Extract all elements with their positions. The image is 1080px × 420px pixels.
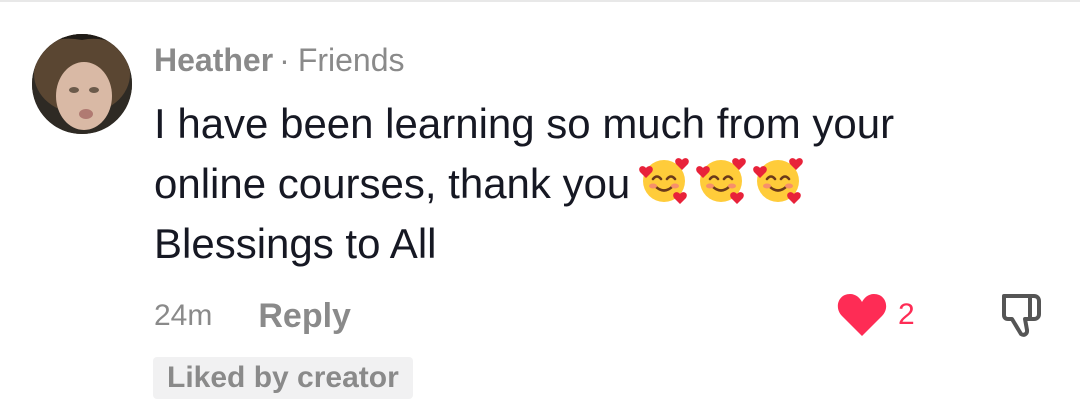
comment-text: I have been learning so much from your o… xyxy=(154,94,984,274)
meta-separator: · xyxy=(279,41,290,78)
reply-button[interactable]: Reply xyxy=(258,297,351,336)
comment-text-line: online courses, thank you xyxy=(154,160,631,207)
comment-item: Heather · Friends I have been learning s… xyxy=(0,0,1080,420)
comment-text-line: I have been learning so much from your xyxy=(154,100,895,147)
thumbs-down-icon[interactable] xyxy=(998,290,1046,340)
liked-by-creator-badge: Liked by creator xyxy=(153,357,413,399)
comment-meta: Heather · Friends xyxy=(154,38,405,82)
emoji-group xyxy=(638,154,809,206)
author-name[interactable]: Heather xyxy=(154,42,273,79)
like-count: 2 xyxy=(898,298,915,331)
heart-icon[interactable] xyxy=(836,292,888,338)
dislike-button[interactable] xyxy=(998,290,1046,340)
timestamp: 24m xyxy=(154,299,213,332)
avatar[interactable] xyxy=(32,34,132,134)
relation-label: Friends xyxy=(297,41,405,78)
comment-text-line-with-emoji: online courses, thank you xyxy=(154,154,984,214)
comment-actions: 24m Reply xyxy=(154,294,351,338)
smiling-face-with-hearts-icon xyxy=(753,158,804,204)
smiling-face-with-hearts-icon xyxy=(639,158,690,204)
smiling-face-with-hearts-icon xyxy=(696,158,747,204)
comment-text-line: Blessings to All xyxy=(154,220,437,267)
like-button[interactable]: 2 xyxy=(836,290,915,340)
